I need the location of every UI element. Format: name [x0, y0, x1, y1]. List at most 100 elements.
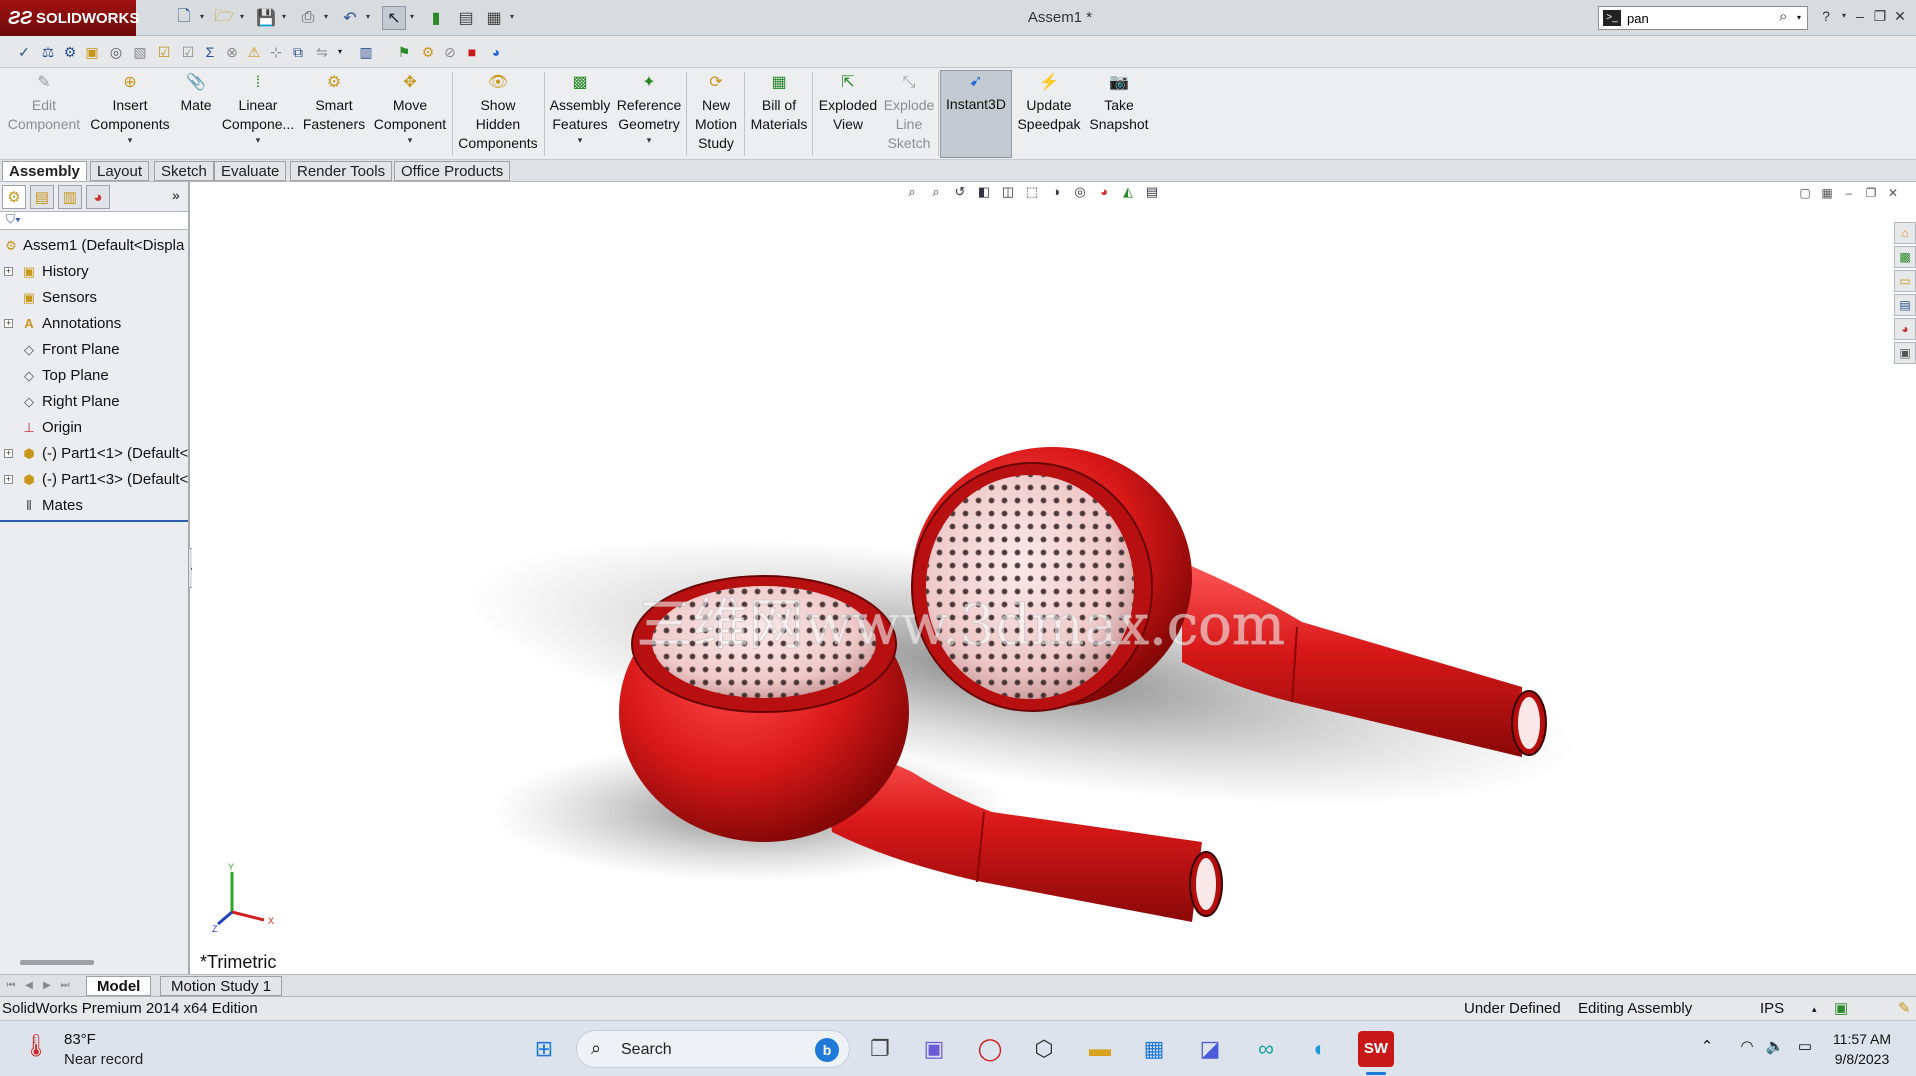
undo-dropdown-icon[interactable]: ▾ — [366, 12, 374, 21]
expand-toggle-icon[interactable]: + — [4, 319, 13, 328]
statistics-icon[interactable]: ▧ — [130, 42, 150, 62]
bill-of-materials-button[interactable]: ▦ Bill of Materials — [748, 72, 810, 160]
tab-evaluate[interactable]: Evaluate — [214, 161, 287, 181]
show-hidden-tray-icon[interactable]: ⌃ — [1696, 1035, 1718, 1059]
task-view-icon[interactable]: ❐ — [862, 1031, 898, 1067]
expand-toggle-icon[interactable]: + — [4, 449, 13, 458]
display-manager-tab-icon[interactable]: ◕ — [86, 185, 110, 209]
align-icon[interactable]: ⊹ — [266, 42, 286, 62]
clock[interactable]: 11:57 AM 9/8/2023 — [1822, 1029, 1902, 1069]
units-status[interactable]: IPS — [1760, 997, 1784, 1021]
taskbar-search[interactable]: ⌕ Search b — [576, 1030, 850, 1068]
assembly-visualization-icon[interactable]: ▥ — [356, 42, 376, 62]
tree-item-annotations[interactable]: + A Annotations — [0, 311, 188, 337]
search-dropdown-icon[interactable]: ▾ — [1797, 13, 1801, 22]
exploded-view-button[interactable]: ⇱ Exploded View — [816, 72, 880, 160]
warning-icon[interactable]: ⚠ — [244, 42, 264, 62]
close-icon[interactable]: ✕ — [1890, 4, 1910, 28]
property-manager-tab-icon[interactable]: ▤ — [30, 185, 54, 209]
reference-geometry-button[interactable]: ✦ Reference Geometry ▾ — [614, 72, 684, 160]
options-icon[interactable]: ▦ — [482, 6, 506, 30]
configuration-manager-tab-icon[interactable]: ▥ — [58, 185, 82, 209]
sensor-icon[interactable]: ◎ — [106, 42, 126, 62]
tree-item-history[interactable]: + ▣ History — [0, 259, 188, 285]
windows-start-icon[interactable]: ⊞ — [526, 1031, 562, 1067]
options-dropdown-icon[interactable]: ▾ — [510, 12, 518, 21]
arduino-icon[interactable]: ∞ — [1248, 1031, 1284, 1067]
tree-item-mates[interactable]: ⫴ Mates — [0, 493, 188, 519]
graphics-area[interactable]: ⌕ ⌕ ↺ ◧ ◫ ⬚ ◑ ◎ ◕ ◭ ▤ ▢ ▦ – ❐ ✕ ⌂ ▩ ▭ ▤ … — [192, 182, 1916, 974]
new-document-icon[interactable]: 🗋 — [172, 6, 196, 30]
section-properties-icon[interactable]: ▣ — [82, 42, 102, 62]
model-viewport[interactable]: 三维网www.3dmax.com — [192, 182, 1916, 974]
compare-icon[interactable]: ⇋ — [312, 42, 332, 62]
measure-icon[interactable]: ⚖ — [38, 42, 58, 62]
print-icon[interactable]: ⎙ — [296, 6, 320, 30]
instant3d-button[interactable]: ➹ Instant3D — [940, 70, 1012, 158]
save-icon[interactable]: 💾 — [254, 6, 278, 30]
linear-pattern-dropdown-icon[interactable]: ▾ — [256, 134, 261, 146]
mass-properties-icon[interactable]: ⚙ — [60, 42, 80, 62]
check-icon[interactable]: ☑ — [178, 42, 198, 62]
print-dropdown-icon[interactable]: ▾ — [324, 12, 332, 21]
file-explorer-icon[interactable]: ▬ — [1082, 1031, 1118, 1067]
search-box[interactable]: >_ ⌕ ▾ — [1598, 6, 1808, 30]
unity-icon[interactable]: ⬡ — [1026, 1031, 1062, 1067]
select-dropdown-icon[interactable]: ▾ — [410, 12, 418, 21]
insert-components-button[interactable]: ⊕ Insert Components ▾ — [88, 72, 172, 160]
tree-root-assembly[interactable]: ⚙ Assem1 (Default<Displa — [0, 233, 188, 259]
simulation-icon[interactable]: ⚙ — [418, 42, 438, 62]
hole-alignment-icon[interactable]: ⧉ — [288, 42, 308, 62]
tab-render-tools[interactable]: Render Tools — [290, 161, 393, 181]
microsoft-store-icon[interactable]: ▦ — [1136, 1031, 1172, 1067]
file-properties-icon[interactable]: ▤ — [454, 6, 478, 30]
scene-icon[interactable]: ◕ — [486, 42, 506, 62]
filter-icon[interactable]: ⛉▾ — [6, 212, 21, 226]
tree-item-top-plane[interactable]: ◇ Top Plane — [0, 363, 188, 389]
smart-fasteners-button[interactable]: ⚙ Smart Fasteners — [300, 72, 368, 160]
tree-item-right-plane[interactable]: ◇ Right Plane — [0, 389, 188, 415]
tree-item-part1-1[interactable]: + ⬢ (-) Part1<1> (Default< — [0, 441, 188, 467]
bing-icon[interactable]: b — [815, 1038, 839, 1062]
new-motion-study-button[interactable]: ⟳ New Motion Study — [690, 72, 742, 160]
volume-icon[interactable]: 🔈 — [1764, 1035, 1786, 1059]
battery-icon[interactable]: ▭ — [1794, 1035, 1816, 1059]
tree-item-part1-3[interactable]: + ⬢ (-) Part1<3> (Default< — [0, 467, 188, 493]
feature-tree-tab-icon[interactable]: ⚙ — [2, 185, 26, 209]
open-folder-icon[interactable]: 🗁 — [212, 6, 236, 30]
tab-motion-study-1[interactable]: Motion Study 1 — [160, 976, 283, 996]
move-component-button[interactable]: ✥ Move Component ▾ — [370, 72, 450, 160]
visual-studio-icon[interactable]: ◪ — [1192, 1031, 1228, 1067]
spell-check-icon[interactable]: ✓ — [14, 42, 34, 62]
undo-icon[interactable]: ↶ — [338, 6, 362, 30]
new-dropdown-icon[interactable]: ▾ — [200, 12, 208, 21]
units-dropdown-icon[interactable]: ▴ — [1812, 997, 1817, 1021]
take-snapshot-button[interactable]: 📷 Take Snapshot — [1086, 72, 1152, 160]
help-icon[interactable]: ? — [1816, 4, 1836, 28]
compare-dropdown-icon[interactable]: ▾ — [330, 42, 350, 62]
tree-item-sensors[interactable]: ▣ Sensors — [0, 285, 188, 311]
linear-pattern-button[interactable]: ⁞ Linear Compone... ▾ — [218, 72, 298, 160]
cost-icon[interactable]: ⊘ — [440, 42, 460, 62]
explode-line-sketch-button[interactable]: ⤡ Explode Line Sketch — [882, 72, 936, 160]
prev-tab-arrow-icon[interactable]: ◀ — [22, 978, 36, 994]
filter-bar[interactable]: ⛉▾ — [0, 212, 188, 230]
tree-item-front-plane[interactable]: ◇ Front Plane — [0, 337, 188, 363]
edit-component-button[interactable]: ✎ Edit Component — [4, 72, 84, 160]
save-dropdown-icon[interactable]: ▾ — [282, 12, 290, 21]
tab-assembly[interactable]: Assembly — [2, 161, 87, 181]
checkbox-icon[interactable]: ☑ — [154, 42, 174, 62]
restore-icon[interactable]: ❐ — [1870, 4, 1890, 28]
first-tab-arrow-icon[interactable]: ⏮ — [4, 978, 18, 994]
motion-icon[interactable]: ⚑ — [394, 42, 414, 62]
search-icon[interactable]: ⌕ — [1779, 8, 1787, 25]
rebuild-icon[interactable]: ▮ — [424, 6, 448, 30]
minimize-icon[interactable]: – — [1850, 4, 1870, 28]
solidworks-logo[interactable]: ƧƧ SOLIDWORKS — [0, 0, 139, 36]
quick-tips-icon[interactable]: ▣ — [1834, 997, 1848, 1021]
tab-office-products[interactable]: Office Products — [394, 161, 511, 181]
open-dropdown-icon[interactable]: ▾ — [240, 12, 248, 21]
teams-chat-icon[interactable]: ▣ — [916, 1031, 952, 1067]
wifi-icon[interactable]: ◠ — [1736, 1035, 1758, 1059]
edge-browser-icon[interactable]: ◐ — [1302, 1031, 1338, 1067]
